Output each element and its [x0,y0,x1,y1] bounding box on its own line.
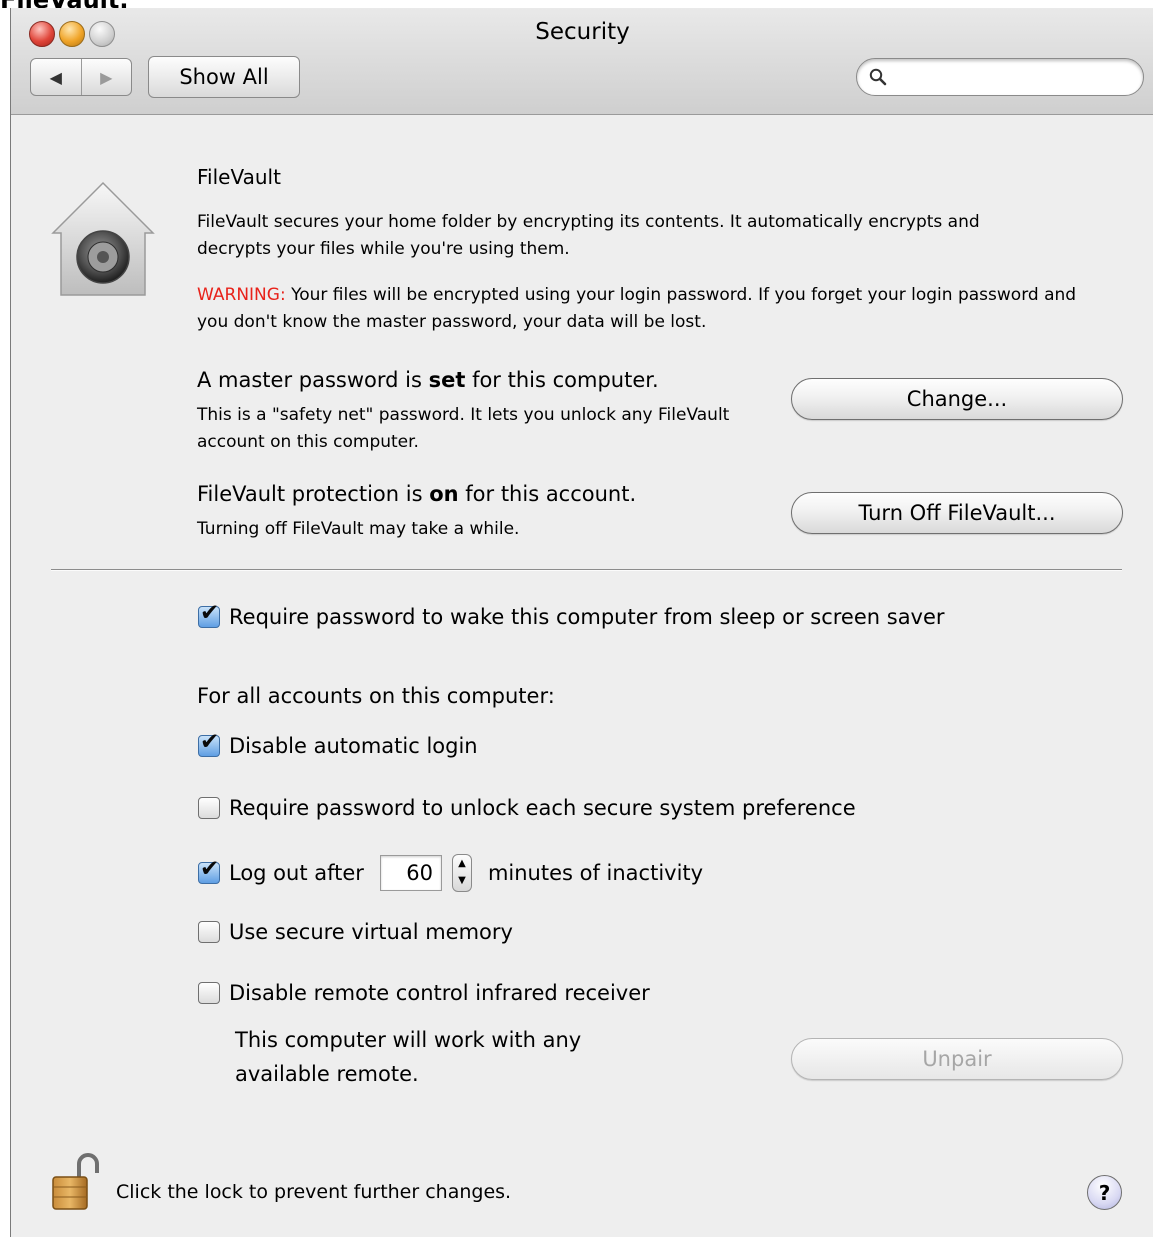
filevault-protection-status: FileVault protection is on for this acco… [197,482,636,506]
disable-infrared-checkbox[interactable] [198,982,220,1004]
lock-icon[interactable] [49,1153,105,1213]
search-input[interactable] [891,65,1125,89]
unlock-pref-label: Require password to unlock each secure s… [229,796,856,820]
lock-status-text: Click the lock to prevent further change… [116,1181,512,1203]
unlock-pref-option[interactable]: Require password to unlock each secure s… [198,796,856,820]
filevault-house-icon [51,181,155,296]
filevault-title: FileVault [197,165,281,189]
forward-arrow-icon[interactable]: ▶ [82,59,132,95]
warning-label: WARNING: [197,285,286,305]
filevault-warning: WARNING: Your files will be encrypted us… [197,282,1077,336]
filevault-description: FileVault secures your home folder by en… [197,212,980,259]
window-title: Security [535,19,630,45]
disable-auto-login-checkbox[interactable] [198,729,220,757]
disable-infrared-option[interactable]: Disable remote control infrared receiver [198,981,650,1005]
back-arrow-icon[interactable]: ◀ [31,59,82,95]
secure-virtual-memory-label: Use secure virtual memory [229,920,513,944]
master-status-post: for this computer. [465,368,659,392]
warning-text: Your files will be encrypted using your … [197,285,1077,332]
infrared-note: This computer will work with any availab… [235,1023,581,1091]
search-icon [869,68,887,86]
section-divider [51,569,1122,571]
master-status-pre: A master password is [197,368,429,392]
logout-label-post: minutes of inactivity [487,861,704,885]
search-field[interactable] [856,58,1144,96]
security-window: Security ◀ ▶ Show All FileVault FileVaul… [10,8,1153,1237]
filevault-protection-detail: Turning off FileVault may take a while. [197,519,520,539]
protection-status-pre: FileVault protection is [197,482,430,506]
help-button[interactable]: ? [1087,1175,1122,1210]
infrared-note-line2: available remote. [235,1062,419,1086]
master-password-detail: This is a "safety net" password. It lets… [197,405,730,452]
secure-virtual-memory-checkbox[interactable] [198,921,220,943]
unpair-button[interactable]: Unpair [791,1038,1123,1080]
toolbar: Security ◀ ▶ Show All [11,8,1153,115]
disable-auto-login-label: Disable automatic login [229,734,478,758]
wake-password-checkbox[interactable] [198,600,220,628]
change-master-password-button[interactable]: Change... [791,378,1123,420]
disable-infrared-label: Disable remote control infrared receiver [229,981,650,1005]
show-all-button[interactable]: Show All [148,56,300,98]
all-accounts-label: For all accounts on this computer: [197,684,555,708]
turn-off-filevault-button[interactable]: Turn Off FileVault... [791,492,1123,534]
protection-status-post: for this account. [458,482,637,506]
logout-minutes-field[interactable]: 60 [379,855,442,891]
wake-password-option[interactable]: Require password to wake this computer f… [198,600,945,629]
logout-option[interactable]: Log out after 60 ▲▼ minutes of inactivit… [198,854,703,892]
infrared-note-line1: This computer will work with any [235,1028,582,1052]
back-forward-control: ◀ ▶ [30,58,132,96]
security-pane: FileVault FileVault secures your home fo… [11,115,1153,1237]
help-icon: ? [1098,1180,1111,1205]
logout-label-pre: Log out after [229,861,364,885]
master-status-value: set [428,368,466,392]
logout-minutes-stepper[interactable]: ▲ ▼ [451,854,472,892]
unlock-pref-checkbox[interactable] [198,797,220,819]
wake-password-label: Require password to wake this computer f… [229,605,945,629]
protection-status-value: on [429,482,459,506]
disable-auto-login-option[interactable]: Disable automatic login [198,729,478,758]
master-password-status: A master password is set for this comput… [197,368,659,392]
secure-virtual-memory-option[interactable]: Use secure virtual memory [198,920,513,944]
logout-checkbox[interactable] [198,856,220,884]
